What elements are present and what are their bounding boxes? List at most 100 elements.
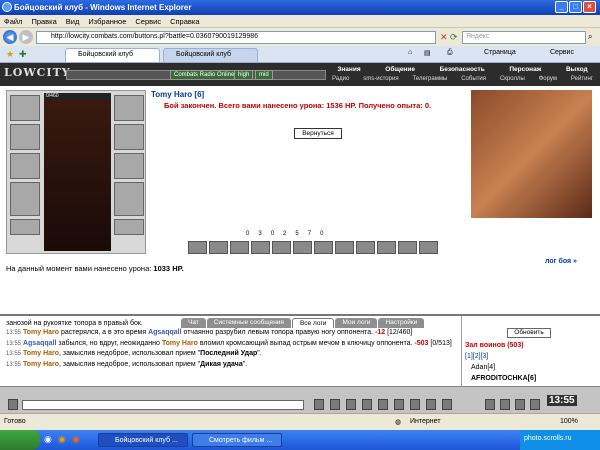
- nav-sms-history[interactable]: sms-история: [363, 76, 398, 85]
- nav-telegrams[interactable]: Телеграммы: [413, 76, 448, 85]
- mid-button[interactable]: mid: [255, 70, 273, 80]
- map-icon[interactable]: [500, 399, 510, 410]
- close-button[interactable]: ×: [583, 1, 596, 13]
- refresh-button[interactable]: Обновить: [507, 328, 551, 338]
- user-list-pages[interactable]: [1][2][3]: [465, 353, 488, 360]
- nav-scrolls[interactable]: Скроллы: [500, 76, 525, 85]
- nav-knowledge[interactable]: Знания: [337, 66, 360, 75]
- leggings-slot[interactable]: [114, 182, 144, 216]
- quicklaunch-icon[interactable]: ◉: [72, 434, 80, 445]
- menu-file[interactable]: Файл: [4, 17, 22, 27]
- ability-slot[interactable]: [398, 241, 417, 254]
- chat-tool-icon[interactable]: [378, 399, 388, 410]
- ability-slot[interactable]: [188, 241, 207, 254]
- ability-slot[interactable]: [377, 241, 396, 254]
- start-button[interactable]: [0, 430, 40, 450]
- ability-slot[interactable]: [209, 241, 228, 254]
- tab-all-logs[interactable]: Все логи: [291, 318, 335, 328]
- address-row: ◀ ▶ http://lowcity.combats.com/buttons.p…: [0, 28, 600, 46]
- search-input[interactable]: Яндекс: [462, 31, 586, 44]
- chat-tool-icon[interactable]: [362, 399, 372, 410]
- send-icon[interactable]: [314, 399, 324, 410]
- stat-value: 2: [283, 231, 287, 237]
- forward-arrow-icon[interactable]: ▶: [19, 30, 33, 44]
- menu-help[interactable]: Справка: [170, 17, 199, 27]
- ability-slot[interactable]: [314, 241, 333, 254]
- ability-slot[interactable]: [251, 241, 270, 254]
- stop-icon[interactable]: ✕: [440, 32, 448, 43]
- nav-communication[interactable]: Общение: [385, 66, 415, 75]
- chat-tool-icon[interactable]: [394, 399, 404, 410]
- task-movie[interactable]: Смотреть фильм ...: [192, 433, 282, 447]
- shield-slot[interactable]: [114, 153, 144, 179]
- skills-icon[interactable]: [515, 399, 525, 410]
- minimize-button[interactable]: _: [555, 1, 568, 13]
- maximize-button[interactable]: □: [569, 1, 582, 13]
- chat-tool-icon[interactable]: [442, 399, 452, 410]
- tab-my-logs[interactable]: Мои логи: [335, 318, 378, 328]
- high-button[interactable]: high: [234, 70, 254, 80]
- weapon-slot[interactable]: [10, 153, 40, 179]
- nav-exit[interactable]: Выход: [566, 66, 588, 75]
- player-name[interactable]: Tomy Haro [6]: [151, 90, 204, 99]
- ability-slot[interactable]: [230, 241, 249, 254]
- return-button[interactable]: Вернуться: [294, 128, 342, 139]
- favorites-star-icon[interactable]: ★: [6, 49, 14, 60]
- home-icon[interactable]: ⌂: [408, 49, 412, 56]
- chat-tool-icon[interactable]: [410, 399, 420, 410]
- armor-slot[interactable]: [10, 182, 40, 216]
- refresh-icon[interactable]: ⟳: [450, 32, 458, 43]
- nav-events[interactable]: События: [461, 76, 486, 85]
- nav-forum[interactable]: Форум: [539, 76, 557, 85]
- user-item[interactable]: AFRODITOCHKA[6]: [471, 375, 536, 382]
- ability-slot[interactable]: [419, 241, 438, 254]
- print-icon[interactable]: ⎙: [447, 49, 453, 57]
- feeds-icon[interactable]: ▤: [424, 49, 431, 57]
- chat-tool-icon[interactable]: [426, 399, 436, 410]
- chat-left-icon[interactable]: [8, 399, 18, 410]
- status-text: Готово: [4, 418, 26, 425]
- tab-2[interactable]: Бойцовский клуб: [163, 48, 258, 62]
- clear-icon[interactable]: [346, 399, 356, 410]
- ability-slot[interactable]: [356, 241, 375, 254]
- tab-settings[interactable]: Настройки: [378, 318, 425, 328]
- earrings-slot[interactable]: [114, 95, 144, 121]
- quicklaunch-icon[interactable]: ◉: [58, 434, 66, 445]
- menu-favorites[interactable]: Избранное: [88, 17, 126, 27]
- tab-1[interactable]: Бойцовский клуб: [65, 48, 160, 62]
- nav-security[interactable]: Безопасность: [440, 66, 485, 75]
- boots-slot[interactable]: [114, 219, 144, 235]
- menu-edit[interactable]: Правка: [31, 17, 56, 27]
- helmet-slot[interactable]: [10, 95, 40, 121]
- nav-radio[interactable]: Радио: [332, 76, 349, 85]
- page-menu[interactable]: Страница: [484, 49, 516, 56]
- inventory-icon[interactable]: [485, 399, 495, 410]
- belt-slot[interactable]: [10, 219, 40, 235]
- nav-character[interactable]: Персонаж: [509, 66, 541, 75]
- user-item[interactable]: Adan[4]: [471, 364, 495, 371]
- necklace-slot[interactable]: [10, 124, 40, 150]
- menu-tools[interactable]: Сервис: [135, 17, 161, 27]
- battle-log-link[interactable]: лог боя »: [545, 258, 577, 265]
- ability-slot[interactable]: [293, 241, 312, 254]
- chat-input[interactable]: [22, 400, 304, 410]
- radio-button[interactable]: Combats Radio Online: [170, 70, 239, 80]
- quicklaunch-icon[interactable]: ◉: [44, 434, 52, 445]
- add-favorites-icon[interactable]: ✚: [19, 49, 27, 60]
- menu-view[interactable]: Вид: [66, 17, 80, 27]
- task-browser[interactable]: Бойцовский клуб ...: [98, 433, 188, 447]
- back-arrow-icon[interactable]: ◀: [3, 30, 17, 44]
- search-icon[interactable]: ⌕: [588, 32, 592, 42]
- mail-icon[interactable]: [530, 399, 540, 410]
- smile-icon[interactable]: [330, 399, 340, 410]
- nav-rating[interactable]: Рейтинг: [571, 76, 593, 85]
- ability-slot[interactable]: [335, 241, 354, 254]
- tab-chat[interactable]: Чат: [181, 318, 206, 328]
- ability-slot[interactable]: [272, 241, 291, 254]
- game-header: LOWCITY Combats Radio Online high mid Зн…: [0, 63, 600, 86]
- gloves-slot[interactable]: [114, 124, 144, 150]
- service-menu[interactable]: Сервис: [550, 49, 574, 56]
- address-input[interactable]: http://lowcity.combats.com/buttons.pl?ba…: [36, 31, 436, 44]
- tab-system[interactable]: Системные сообщения: [206, 318, 291, 328]
- zoom-level[interactable]: 100%: [560, 418, 578, 425]
